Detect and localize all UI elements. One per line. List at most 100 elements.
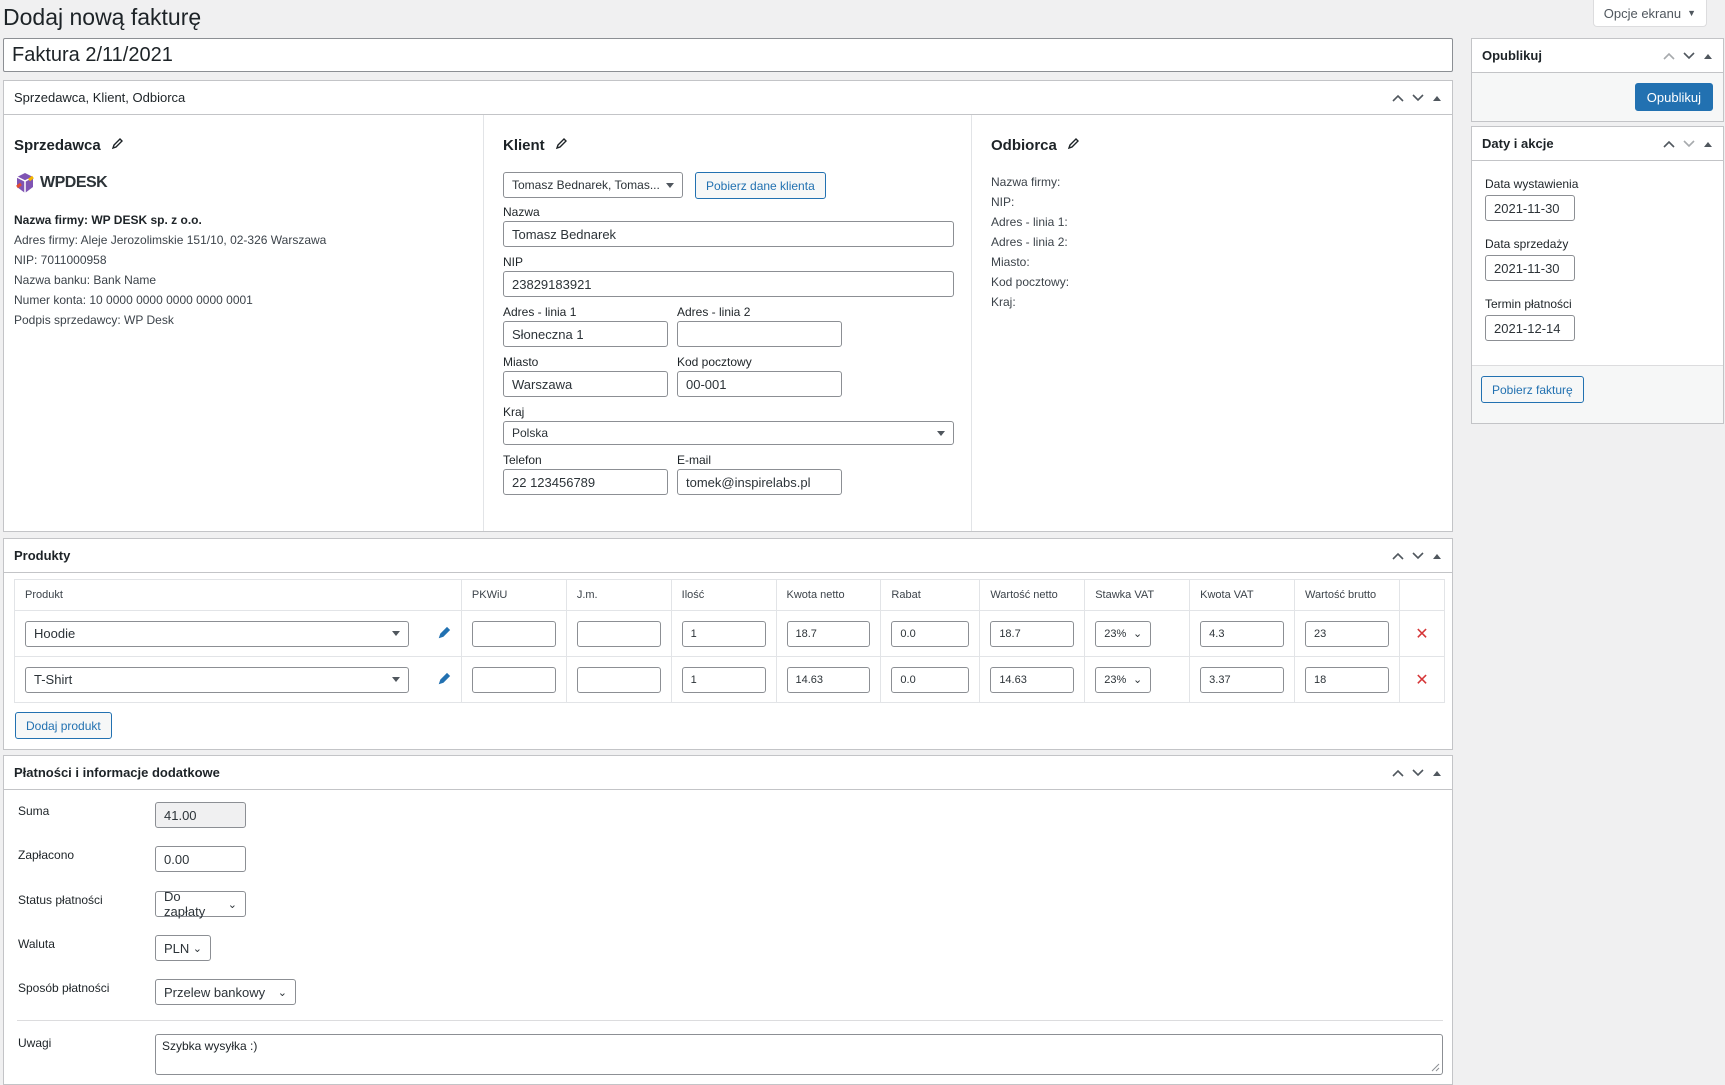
invoice-title-input[interactable] [3,38,1453,72]
move-down-icon[interactable] [1412,93,1424,102]
move-up-icon[interactable] [1392,769,1404,777]
pencil-icon[interactable] [555,137,568,154]
qty-input[interactable]: 1 [681,666,766,693]
move-up-icon[interactable] [1392,552,1404,560]
vat-amount-input[interactable]: 4.3 [1200,620,1285,647]
move-down-icon[interactable] [1683,51,1695,60]
discount-input[interactable]: 0.0 [891,620,970,647]
gross-input[interactable]: 18 [1305,666,1389,693]
product-select[interactable]: T-Shirt [25,666,409,693]
products-box-header: Produkty [4,539,1452,573]
unit-input[interactable] [576,666,661,693]
dates-box: Daty i akcje Data wystawienia 2021-11-30… [1471,126,1724,424]
discount-input[interactable]: 0.0 [891,666,970,693]
download-invoice-button[interactable]: Pobierz fakturę [1481,376,1584,403]
sale-date-input[interactable]: 2021-11-30 [1485,255,1575,281]
client-select[interactable]: Tomasz Bednarek, Tomas... [503,172,683,198]
collapse-toggle-icon[interactable] [1432,94,1442,102]
recipient-country: Kraj: [991,295,1016,309]
col-qty: Ilość [670,579,777,611]
pencil-icon[interactable] [438,672,451,688]
client-postal-label: Kod pocztowy [677,355,752,369]
col-vat-rate: Stawka VAT [1084,579,1191,611]
qty-input[interactable]: 1 [681,620,766,647]
client-country-select[interactable]: Polska [503,421,954,445]
payment-method-select[interactable]: Przelew bankowy ⌄ [155,979,296,1005]
col-pkwiu: PKWiU [460,579,567,611]
net-value-input[interactable]: 14.63 [990,666,1075,693]
notes-label: Uwagi [18,1036,52,1050]
pkwiu-input[interactable] [471,666,556,693]
collapse-toggle-icon[interactable] [1432,769,1442,777]
pkwiu-input[interactable] [471,620,556,647]
paid-input[interactable]: 0.00 [155,846,246,872]
col-discount: Rabat [880,579,981,611]
caret-down-icon [666,182,674,188]
seller-heading: Sprzedawca [14,137,101,154]
client-addr2-input[interactable] [677,321,842,347]
client-addr2-label: Adres - linia 2 [677,305,751,319]
client-name-input[interactable]: Tomasz Bednarek [503,221,954,247]
product-select[interactable]: Hoodie [25,620,409,647]
seller-column: Sprzedawca WPDESK Nazwa firmy: WP DESK s… [14,115,474,531]
collapse-toggle-icon[interactable] [1703,52,1713,60]
chevron-down-icon: ⌄ [277,986,287,999]
seller-logo-text: WPDESK [40,174,108,191]
client-addr1-input[interactable]: Słoneczna 1 [503,321,668,347]
due-date-input[interactable]: 2021-12-14 [1485,315,1575,341]
issue-date-input[interactable]: 2021-11-30 [1485,195,1575,221]
net-value-input[interactable]: 18.7 [990,620,1075,647]
payment-box-header: Płatności i informacje dodatkowe [4,756,1452,790]
pencil-icon[interactable] [1067,137,1080,154]
delete-row-icon[interactable]: ✕ [1415,626,1428,643]
seller-bank: Nazwa banku: Bank Name [14,273,157,287]
screen-options-button[interactable]: Opcje ekranu ▼ [1592,0,1707,27]
currency-select[interactable]: PLN ⌄ [155,935,211,961]
vat-amount-input[interactable]: 3.37 [1200,666,1285,693]
vat-rate-select[interactable]: 23% ⌄ [1095,620,1152,647]
collapse-toggle-icon[interactable] [1432,552,1442,560]
chevron-down-icon: ⌄ [1133,628,1143,640]
payment-status-select[interactable]: Do zapłaty ⌄ [155,889,246,919]
vat-rate-select[interactable]: 23% ⌄ [1095,666,1152,693]
client-country-value: Polska [512,426,549,440]
chevron-down-icon: ⌄ [1133,674,1143,686]
collapse-toggle-icon[interactable] [1703,140,1713,148]
net-price-input[interactable]: 14.63 [786,666,871,693]
client-nip-input[interactable]: 23829183921 [503,271,954,297]
issue-date-label: Data wystawienia [1485,177,1579,191]
recipient-heading: Odbiorca [991,137,1057,154]
gross-input[interactable]: 23 [1305,620,1389,647]
net-price-input[interactable]: 18.7 [786,620,871,647]
move-up-icon[interactable] [1392,94,1404,102]
fetch-client-button[interactable]: Pobierz dane klienta [695,172,826,199]
unit-input[interactable] [576,620,661,647]
client-city-input[interactable]: Warszawa [503,371,668,397]
delete-row-icon[interactable]: ✕ [1415,672,1428,689]
client-postal-input[interactable]: 00-001 [677,371,842,397]
move-down-icon[interactable] [1683,139,1695,148]
add-product-button[interactable]: Dodaj produkt [15,712,112,739]
client-column: Klient Tomasz Bednarek, Tomas... Pobierz… [503,115,958,531]
move-up-icon[interactable] [1663,140,1675,148]
move-up-icon[interactable] [1663,52,1675,60]
parties-box-header: Sprzedawca, Klient, Odbiorca [4,81,1452,115]
payment-method-label: Sposób płatności [18,981,110,995]
publish-button[interactable]: Opublikuj [1634,83,1713,111]
seller-heading-wrap: Sprzedawca [14,137,474,154]
seller-nip: NIP: 7011000958 [14,253,107,267]
dates-box-header: Daty i akcje [1472,127,1723,161]
parties-box-title: Sprzedawca, Klient, Odbiorca [14,90,186,105]
seller-logo: WPDESK [14,172,474,194]
move-down-icon[interactable] [1412,768,1424,777]
dates-box-title: Daty i akcje [1482,136,1554,151]
pencil-icon[interactable] [111,137,124,154]
move-down-icon[interactable] [1412,551,1424,560]
client-phone-input[interactable]: 22 123456789 [503,469,668,495]
publish-box-title: Opublikuj [1482,48,1542,63]
client-addr1-label: Adres - linia 1 [503,305,577,319]
pencil-icon[interactable] [438,626,451,642]
client-email-input[interactable]: tomek@inspirelabs.pl [677,469,842,495]
notes-textarea[interactable]: Szybka wysyłka :) [155,1034,1443,1075]
payment-method-value: Przelew bankowy [164,984,266,1000]
